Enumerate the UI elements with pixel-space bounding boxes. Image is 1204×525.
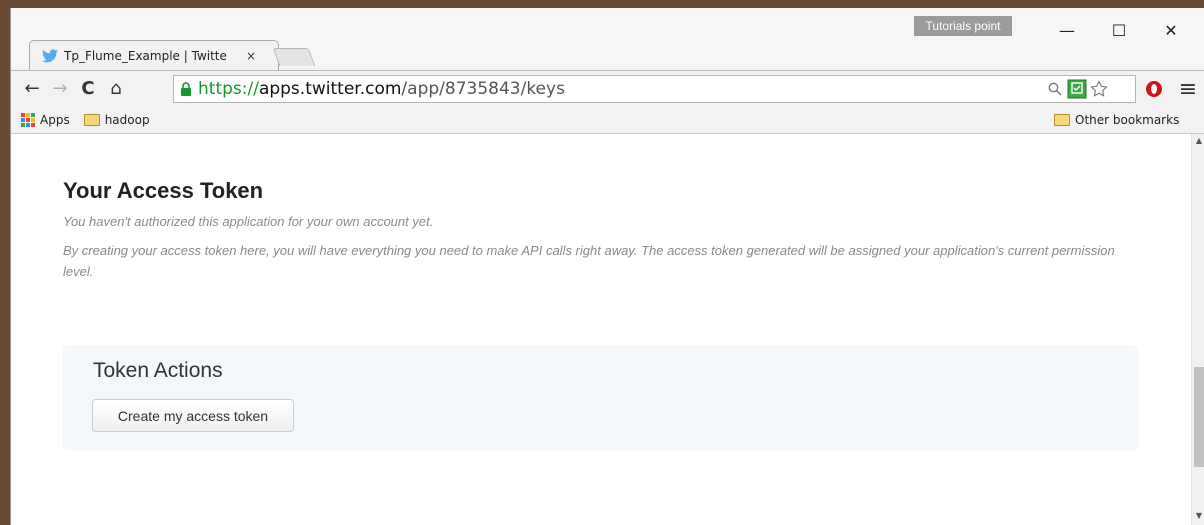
url-text: https://apps.twitter.com/app/8735843/key… xyxy=(198,79,565,99)
apps-grid-icon xyxy=(21,112,35,127)
tab-title: Tp_Flume_Example | Twitte xyxy=(64,48,227,63)
bookmark-apps[interactable]: Apps xyxy=(21,112,70,127)
bookmark-folder-label: hadoop xyxy=(104,112,150,127)
address-bar[interactable]: https://apps.twitter.com/app/8735843/key… xyxy=(173,75,1136,103)
folder-icon xyxy=(1054,114,1070,126)
forward-button[interactable]: → xyxy=(47,76,73,102)
token-actions-title: Token Actions xyxy=(93,359,223,382)
authorization-note: You haven't authorized this application … xyxy=(63,214,434,229)
url-scheme: https:// xyxy=(198,79,259,99)
apps-grid-dot xyxy=(31,122,35,127)
bookmark-star-icon[interactable] xyxy=(1090,80,1108,98)
apps-grid-dot xyxy=(26,112,30,117)
close-window-button[interactable]: ✕ xyxy=(1151,18,1191,42)
lock-icon xyxy=(181,82,191,96)
page-scrollbar[interactable]: ▲ ▼ xyxy=(1191,134,1204,525)
apps-grid-dot xyxy=(31,117,35,122)
search-icon[interactable] xyxy=(1048,82,1062,96)
token-actions-panel: Token Actions Create my access token xyxy=(63,345,1138,450)
page-content: Your Access Token You haven't authorized… xyxy=(11,134,1191,525)
scroll-thumb[interactable] xyxy=(1194,367,1204,467)
tab-close-icon[interactable]: × xyxy=(246,49,256,63)
bookmark-other-label: Other bookmarks xyxy=(1075,113,1180,127)
bookmarks-bar: Apps hadoop Other bookmarks xyxy=(11,106,1204,134)
profile-badge[interactable]: Tutorials point xyxy=(914,16,1012,36)
bookmark-folder-hadoop[interactable]: hadoop xyxy=(83,112,150,127)
bookmark-apps-label: Apps xyxy=(40,112,70,127)
new-tab-button[interactable] xyxy=(272,48,316,66)
minimize-button[interactable]: — xyxy=(1047,18,1087,42)
title-bar: Tp_Flume_Example | Twitte × Tutorials po… xyxy=(11,8,1204,70)
home-button[interactable]: ⌂ xyxy=(103,76,129,102)
reload-button[interactable]: C xyxy=(75,76,101,102)
back-button[interactable]: ← xyxy=(19,76,45,102)
url-host: apps.twitter.com xyxy=(258,79,402,99)
scroll-down-icon[interactable]: ▼ xyxy=(1194,511,1204,521)
menu-button[interactable]: ≡ xyxy=(1175,76,1201,102)
folder-icon xyxy=(83,113,100,126)
maximize-button[interactable]: ☐ xyxy=(1099,18,1139,42)
apps-grid-dot xyxy=(31,112,35,117)
apps-grid-dot xyxy=(26,117,30,122)
extension-icon[interactable] xyxy=(1067,79,1087,99)
browser-window: Tp_Flume_Example | Twitte × Tutorials po… xyxy=(10,8,1204,525)
url-path: /app/8735843/keys xyxy=(401,79,565,99)
apps-grid-dot xyxy=(26,122,30,127)
access-token-description: By creating your access token here, you … xyxy=(63,243,1115,279)
twitter-bird-icon xyxy=(42,48,58,62)
bookmark-other[interactable]: Other bookmarks xyxy=(1054,113,1179,127)
apps-grid-dot xyxy=(21,117,25,122)
browser-tab[interactable]: Tp_Flume_Example | Twitte × xyxy=(29,40,279,70)
apps-grid-dot xyxy=(21,122,25,127)
opera-extension-icon[interactable] xyxy=(1145,80,1163,98)
apps-grid-dot xyxy=(21,112,25,117)
create-access-token-button[interactable]: Create my access token xyxy=(92,399,294,432)
browser-toolbar: ← → C ⌂ https://apps.twitter.com/app/873… xyxy=(11,70,1204,106)
scroll-up-icon[interactable]: ▲ xyxy=(1194,136,1204,146)
page-title: Your Access Token xyxy=(63,178,264,203)
